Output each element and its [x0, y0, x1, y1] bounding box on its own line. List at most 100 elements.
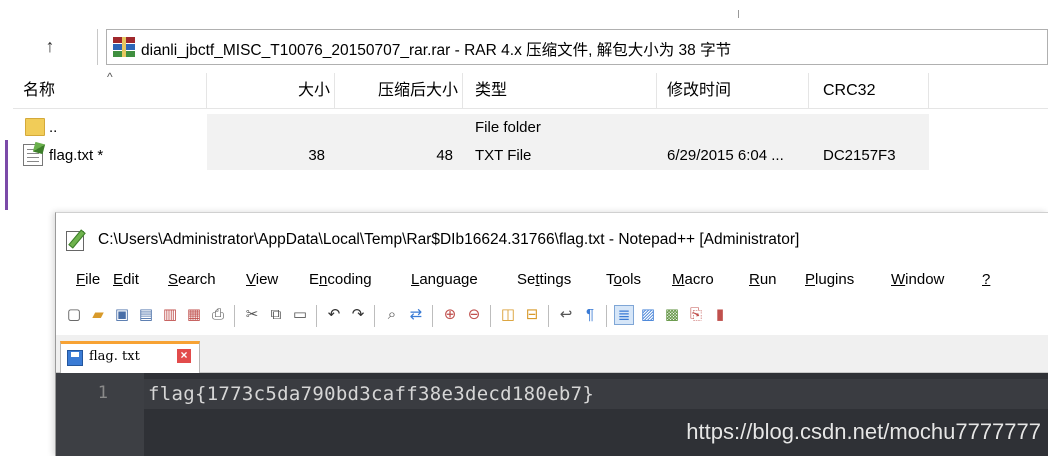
column-header-modified[interactable]: 修改时间 — [657, 73, 809, 109]
toolbar-divider — [606, 305, 607, 327]
menu-help-accel: ? — [982, 271, 991, 288]
file-name: .. — [49, 119, 58, 136]
menu-language[interactable]: Language — [411, 271, 478, 288]
toolbar-divider — [234, 305, 235, 327]
save-icon — [67, 350, 83, 366]
menu-settings[interactable]: Settings — [517, 271, 571, 288]
file-size: 38 — [308, 147, 325, 164]
cut-icon[interactable]: ✂ — [242, 305, 262, 325]
editor-line-text[interactable]: flag{1773c5da790bd3caff38e3decd180eb7} — [148, 383, 594, 405]
menu-plugins-label: lugins — [815, 271, 855, 288]
sync-vertical-icon[interactable]: ◫ — [498, 305, 518, 325]
copy-icon[interactable]: ⧉ — [266, 305, 286, 325]
menu-bar: File Edit Search View Encoding Language … — [56, 267, 1048, 297]
address-bar: ↑ dianli_jbctf_MISC_T10076_20150707_rar.… — [13, 26, 1048, 68]
notepad-plus-plus-window: C:\Users\Administrator\AppData\Local\Tem… — [55, 212, 1048, 456]
sort-ascending-icon: ^ — [107, 70, 113, 84]
menu-plugins[interactable]: Plugins — [805, 271, 854, 288]
menu-settings-prefix: Se — [517, 271, 536, 288]
paste-icon[interactable]: ▭ — [290, 305, 310, 325]
menu-edit[interactable]: Edit — [113, 271, 139, 288]
file-crc32 — [809, 114, 929, 142]
menu-search[interactable]: Search — [168, 271, 216, 288]
menu-file-label: ile — [85, 271, 101, 288]
save-icon[interactable]: ▣ — [112, 305, 132, 325]
find-icon[interactable]: ⌕ — [382, 305, 402, 325]
monitoring-icon[interactable]: ▮ — [710, 305, 730, 325]
column-header-crc32[interactable]: CRC32 — [809, 73, 929, 109]
archive-path-field[interactable]: dianli_jbctf_MISC_T10076_20150707_rar.ra… — [106, 29, 1048, 65]
function-list-icon[interactable]: ▩ — [662, 305, 682, 325]
menu-language-label: anguage — [419, 271, 478, 288]
file-row-flag-txt[interactable]: flag.txt * 38 48 TXT File 6/29/2015 6:04… — [13, 142, 1048, 170]
winrar-archive-icon — [113, 37, 135, 57]
menu-tools-accel: o — [613, 271, 622, 288]
menu-view[interactable]: View — [246, 271, 278, 288]
replace-icon[interactable]: ⇄ — [406, 305, 426, 325]
window-title: C:\Users\Administrator\AppData\Local\Tem… — [98, 231, 800, 248]
tab-flag-txt[interactable]: flag. txt × — [60, 341, 200, 373]
redo-icon[interactable]: ↷ — [348, 305, 368, 325]
print-icon[interactable]: ⎙ — [208, 305, 228, 325]
open-file-icon[interactable]: ▰ — [88, 305, 108, 325]
zoom-in-icon[interactable]: ⊕ — [440, 305, 460, 325]
menu-window-accel: W — [891, 271, 906, 288]
column-header-size[interactable]: 大小 — [207, 73, 335, 109]
archive-path-text: dianli_jbctf_MISC_T10076_20150707_rar.ra… — [141, 42, 732, 59]
menu-view-accel: V — [246, 271, 256, 288]
close-icon[interactable]: × — [177, 349, 191, 363]
file-packed-size — [335, 114, 463, 142]
close-all-icon[interactable]: ▦ — [184, 305, 204, 325]
word-wrap-icon[interactable]: ↩ — [556, 305, 576, 325]
save-all-icon[interactable]: ▤ — [136, 305, 156, 325]
toolbar-divider — [548, 305, 549, 327]
title-bar[interactable]: C:\Users\Administrator\AppData\Local\Tem… — [56, 213, 1048, 267]
toolbar-divider — [374, 305, 375, 327]
divider-tick — [738, 10, 739, 18]
menu-run-accel: R — [749, 271, 760, 288]
sync-horizontal-icon[interactable]: ⊟ — [522, 305, 542, 325]
column-header-type[interactable]: 类型 — [463, 73, 657, 109]
line-number: 1 — [97, 383, 108, 403]
file-crc32: DC2157F3 — [823, 147, 896, 164]
menu-encoding-label: coding — [327, 271, 372, 288]
menu-edit-accel: E — [113, 271, 124, 288]
menu-window[interactable]: Window — [891, 271, 944, 288]
tab-label: flag. txt — [89, 349, 140, 364]
column-header-name[interactable]: 名称 ^ — [13, 70, 207, 109]
menu-encoding[interactable]: Encoding — [309, 271, 372, 288]
menu-window-label: indow — [905, 271, 945, 288]
window-edge — [0, 0, 13, 456]
menu-tools[interactable]: Tools — [606, 271, 641, 288]
menu-plugins-accel: P — [805, 271, 816, 288]
arrow-up-icon[interactable]: ↑ — [39, 34, 61, 58]
menu-file[interactable]: File — [76, 271, 100, 288]
file-name: flag.txt * — [49, 147, 104, 164]
column-header-packed-size[interactable]: 压缩后大小 — [335, 73, 463, 109]
document-map-icon[interactable]: ▨ — [638, 305, 658, 325]
show-all-characters-icon[interactable]: ¶ — [580, 305, 600, 325]
folder-as-workspace-icon[interactable]: ⎘ — [686, 305, 706, 325]
menu-help[interactable]: ? — [982, 271, 990, 288]
side-accent-bar — [5, 140, 8, 210]
toolbar-divider — [490, 305, 491, 327]
line-number-gutter: 1 — [56, 373, 144, 456]
menu-tools-prefix: T — [606, 271, 614, 288]
new-file-icon[interactable]: ▢ — [64, 305, 84, 325]
file-row-parent-folder[interactable]: .. File folder — [13, 114, 1048, 142]
close-icon[interactable]: ▥ — [160, 305, 180, 325]
undo-icon[interactable]: ↶ — [324, 305, 344, 325]
file-type: File folder — [475, 119, 541, 136]
file-modified: 6/29/2015 6:04 ... — [667, 147, 784, 164]
zoom-out-icon[interactable]: ⊖ — [464, 305, 484, 325]
file-size — [207, 114, 335, 142]
indent-guide-icon[interactable]: ≣ — [614, 305, 634, 325]
menu-macro[interactable]: Macro — [672, 271, 714, 288]
editor-area[interactable]: 1 flag{1773c5da790bd3caff38e3decd180eb7}… — [56, 373, 1048, 456]
notepad-plus-plus-icon — [66, 229, 88, 251]
tab-bar: flag. txt × — [56, 335, 1048, 373]
menu-tools-label: ols — [621, 271, 642, 288]
menu-run-label: un — [759, 271, 777, 288]
menu-run[interactable]: Run — [749, 271, 777, 288]
file-modified — [657, 114, 809, 142]
